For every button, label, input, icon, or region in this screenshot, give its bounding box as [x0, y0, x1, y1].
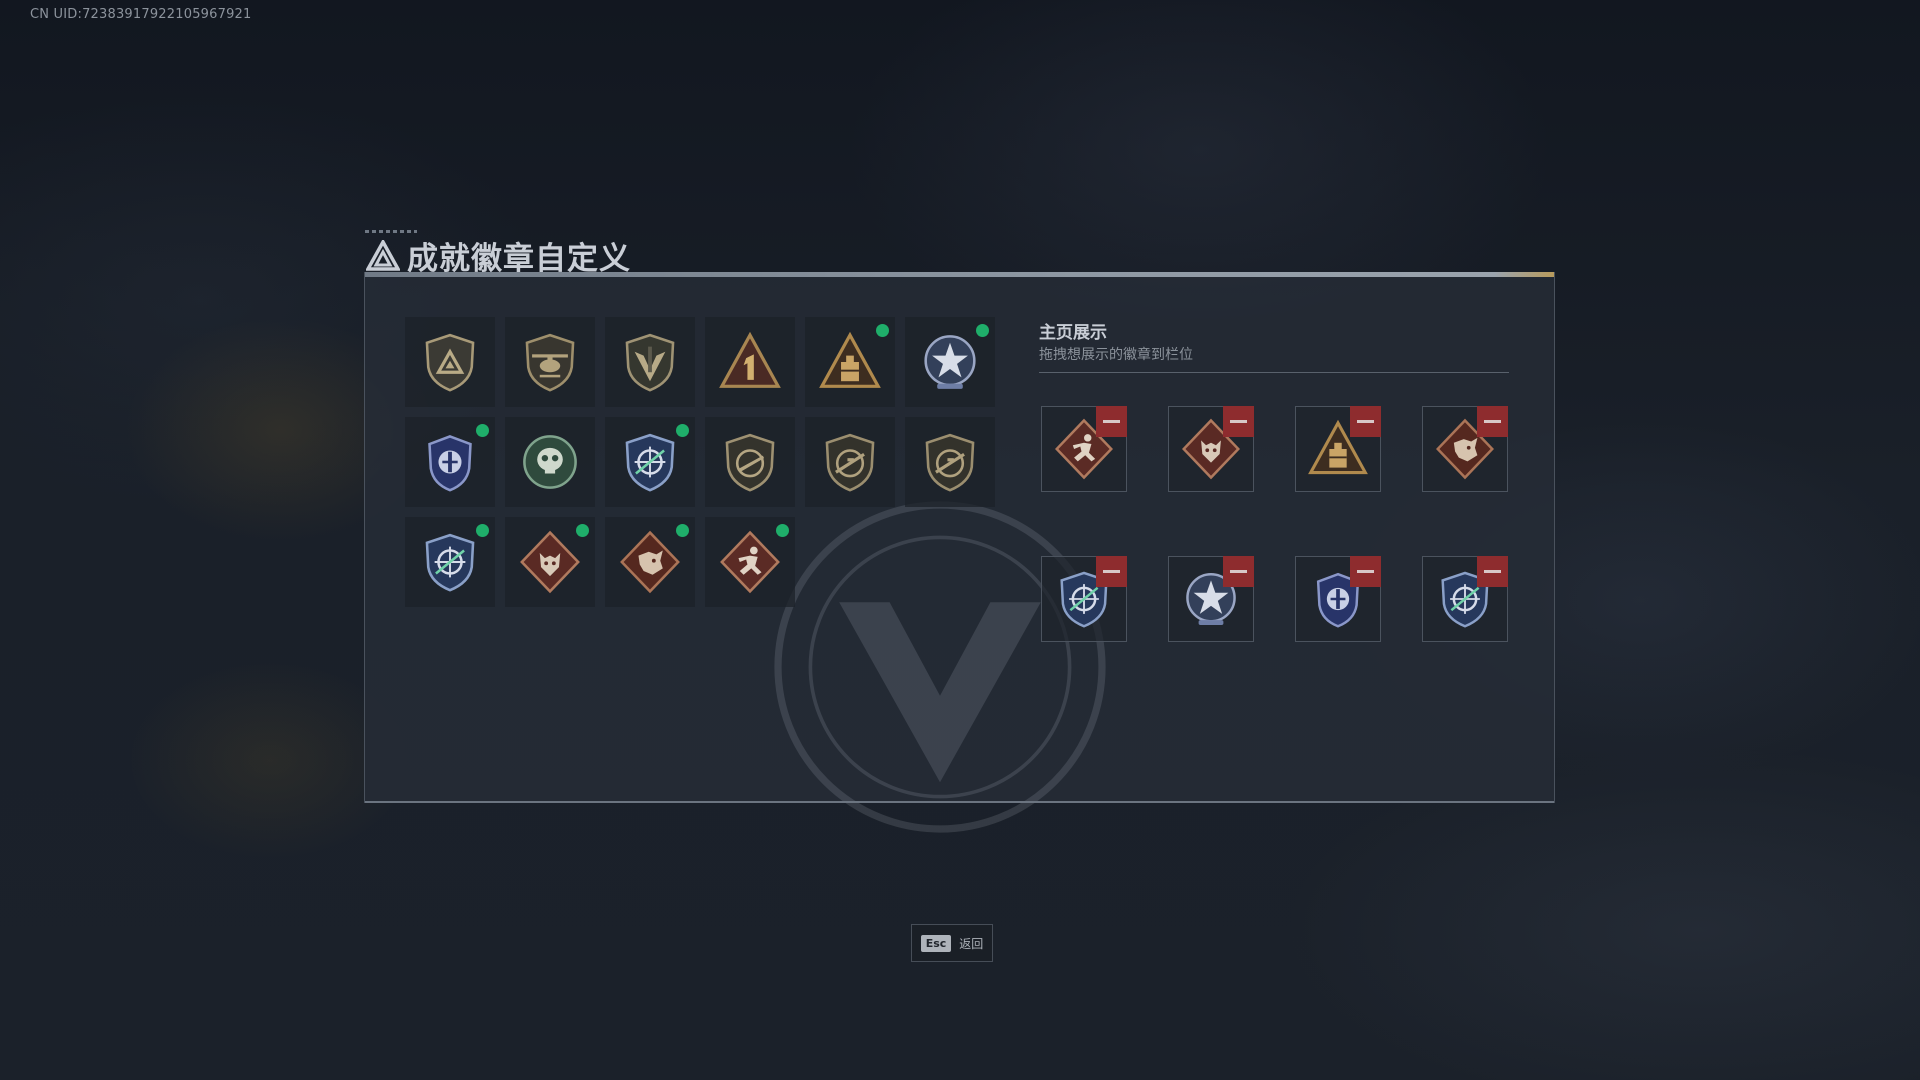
badge-collection-grid [405, 317, 995, 607]
wolf-diamond-badge-icon [518, 530, 582, 594]
remove-badge-button[interactable] [1223, 406, 1254, 437]
title-decoration [365, 230, 417, 233]
crosshair-shield-badge-icon [618, 430, 682, 494]
showcase-divider [1039, 372, 1509, 373]
minus-icon [1484, 570, 1501, 573]
back-button[interactable]: Esc 返回 [911, 924, 993, 962]
shield-triangle-badge-icon [418, 330, 482, 394]
badge-cell[interactable] [605, 417, 695, 507]
minus-icon [1103, 570, 1120, 573]
badge-cell[interactable] [405, 317, 495, 407]
crosshair-shield-badge-icon [418, 530, 482, 594]
runner-diamond-badge-icon [718, 530, 782, 594]
badge-cell[interactable] [505, 317, 595, 407]
winged-shield-badge-icon [618, 330, 682, 394]
sniper-shield-badge-icon [818, 430, 882, 494]
panel-bottom-border [365, 801, 1554, 803]
new-indicator-dot [676, 424, 689, 437]
rifle-shield-badge-icon [718, 430, 782, 494]
badge-customize-panel: 主页展示 拖拽想展示的徽章到栏位 [364, 272, 1555, 833]
badge-cell[interactable] [905, 417, 995, 507]
triangle-logo-icon [365, 238, 401, 274]
showcase-slot[interactable] [1041, 406, 1127, 492]
new-indicator-dot [776, 524, 789, 537]
new-indicator-dot [876, 324, 889, 337]
showcase-slot[interactable] [1295, 406, 1381, 492]
dragon-diamond-badge-icon [618, 530, 682, 594]
blue-crest-badge-icon [418, 430, 482, 494]
star-emblem-badge-icon [918, 330, 982, 394]
remove-badge-button[interactable] [1350, 406, 1381, 437]
esc-key-hint: Esc [920, 934, 952, 952]
minus-icon [1103, 420, 1120, 423]
showcase-slot[interactable] [1168, 406, 1254, 492]
new-indicator-dot [976, 324, 989, 337]
helicopter-badge-icon [518, 330, 582, 394]
remove-badge-button[interactable] [1096, 406, 1127, 437]
number-one-triangle-badge-icon [718, 330, 782, 394]
minus-icon [1484, 420, 1501, 423]
showcase-slots [1041, 406, 1508, 642]
minus-icon [1357, 570, 1374, 573]
remove-badge-button[interactable] [1096, 556, 1127, 587]
remove-badge-button[interactable] [1350, 556, 1381, 587]
badge-cell[interactable] [505, 517, 595, 607]
minus-icon [1357, 420, 1374, 423]
badge-cell[interactable] [405, 417, 495, 507]
badge-cell[interactable] [605, 517, 695, 607]
showcase-slot[interactable] [1422, 406, 1508, 492]
badge-cell[interactable] [705, 417, 795, 507]
new-indicator-dot [476, 524, 489, 537]
back-label: 返回 [959, 936, 984, 951]
badge-cell[interactable] [905, 317, 995, 407]
supply-crate-triangle-badge-icon [818, 330, 882, 394]
badge-cell[interactable] [505, 417, 595, 507]
showcase-subtitle: 拖拽想展示的徽章到栏位 [1039, 347, 1193, 363]
new-indicator-dot [476, 424, 489, 437]
uid-text: CN UID:72383917922105967921 [30, 7, 252, 22]
remove-badge-button[interactable] [1223, 556, 1254, 587]
badge-cell[interactable] [805, 317, 895, 407]
showcase-slot[interactable] [1168, 556, 1254, 642]
badge-cell[interactable] [805, 417, 895, 507]
sniper-shield-badge-icon [918, 430, 982, 494]
green-skull-badge-icon [518, 430, 582, 494]
new-indicator-dot [676, 524, 689, 537]
showcase-slot[interactable] [1295, 556, 1381, 642]
showcase-slot[interactable] [1041, 556, 1127, 642]
badge-cell[interactable] [605, 317, 695, 407]
minus-icon [1230, 570, 1247, 573]
remove-badge-button[interactable] [1477, 406, 1508, 437]
new-indicator-dot [576, 524, 589, 537]
showcase-slot[interactable] [1422, 556, 1508, 642]
panel-top-bar [365, 272, 1554, 277]
showcase-title: 主页展示 [1039, 323, 1107, 343]
badge-cell[interactable] [705, 317, 795, 407]
badge-cell[interactable] [405, 517, 495, 607]
minus-icon [1230, 420, 1247, 423]
remove-badge-button[interactable] [1477, 556, 1508, 587]
badge-cell[interactable] [705, 517, 795, 607]
